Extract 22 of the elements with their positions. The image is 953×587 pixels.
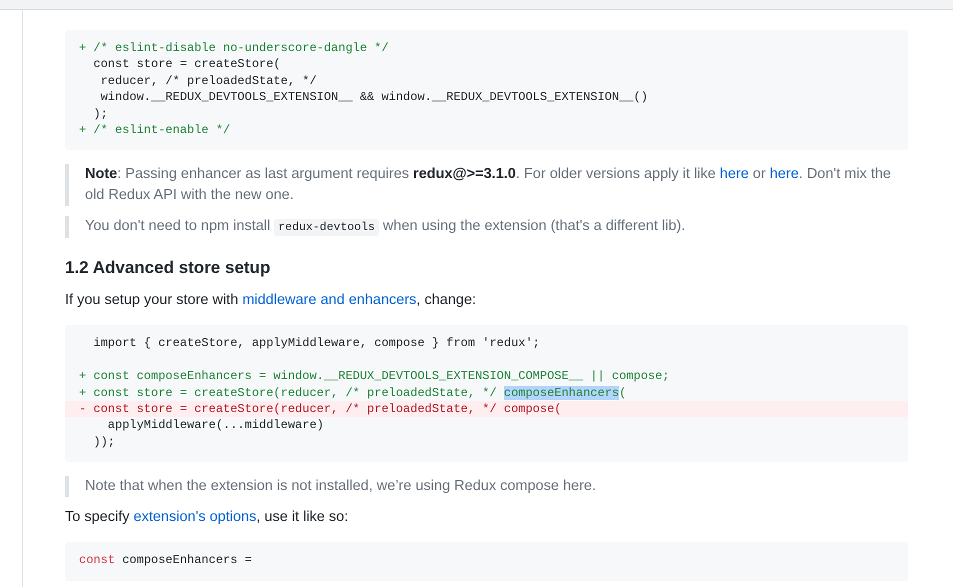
link[interactable]: middleware and enhancers <box>242 292 416 308</box>
paragraph-text: If you setup your store with middleware and enhancers, change: <box>65 291 478 310</box>
paragraph-text: To specify extension's options, use it like so: <box>65 508 350 528</box>
code-line: ); <box>92 106 109 122</box>
code-line: + const composeEnhancers = window.__REDUX_DEVTOOLS_EXTENSION_COMPOSE__ || compose; <box>78 368 670 385</box>
code-line: const store = createStore( <box>92 56 282 73</box>
code-line: applyMiddleware(...middleware) <box>106 417 325 434</box>
code-line: )); <box>92 434 116 450</box>
link[interactable]: here <box>770 166 799 182</box>
note-text: Note that when the extension is not installed, we’re using Redux compose here. <box>85 477 598 496</box>
code-line: + /* eslint-disable no-underscore-dangle */ <box>78 40 390 56</box>
code-line: + /* eslint-enable */ <box>78 122 232 138</box>
section-heading: 1.2 Advanced store setup <box>65 258 272 278</box>
note-text: You don't need to npm install redux-devtools when using the extension (that's a different lib). <box>85 217 686 238</box>
code-line: const composeEnhancers = <box>78 552 253 569</box>
code-line: + const store = createStore(reducer, /* preloadedState, */ composeEnhancers( <box>78 384 628 402</box>
note-text: Note: Passing enhancer as last argument requires redux@>=3.1.0. For older versions apply it like here or here. Don't mix the old Redux API with the new one. <box>85 165 892 206</box>
link[interactable]: here <box>720 166 749 182</box>
code-line: window.__REDUX_DEVTOOLS_EXTENSION__ && window.__REDUX_DEVTOOLS_EXTENSION__() <box>100 89 649 106</box>
code-line: import { createStore, applyMiddleware, compose } from 'redux'; <box>92 335 541 352</box>
code-line: reducer, /* preloadedState, */ <box>100 72 318 90</box>
link[interactable]: extension's options <box>134 509 256 526</box>
